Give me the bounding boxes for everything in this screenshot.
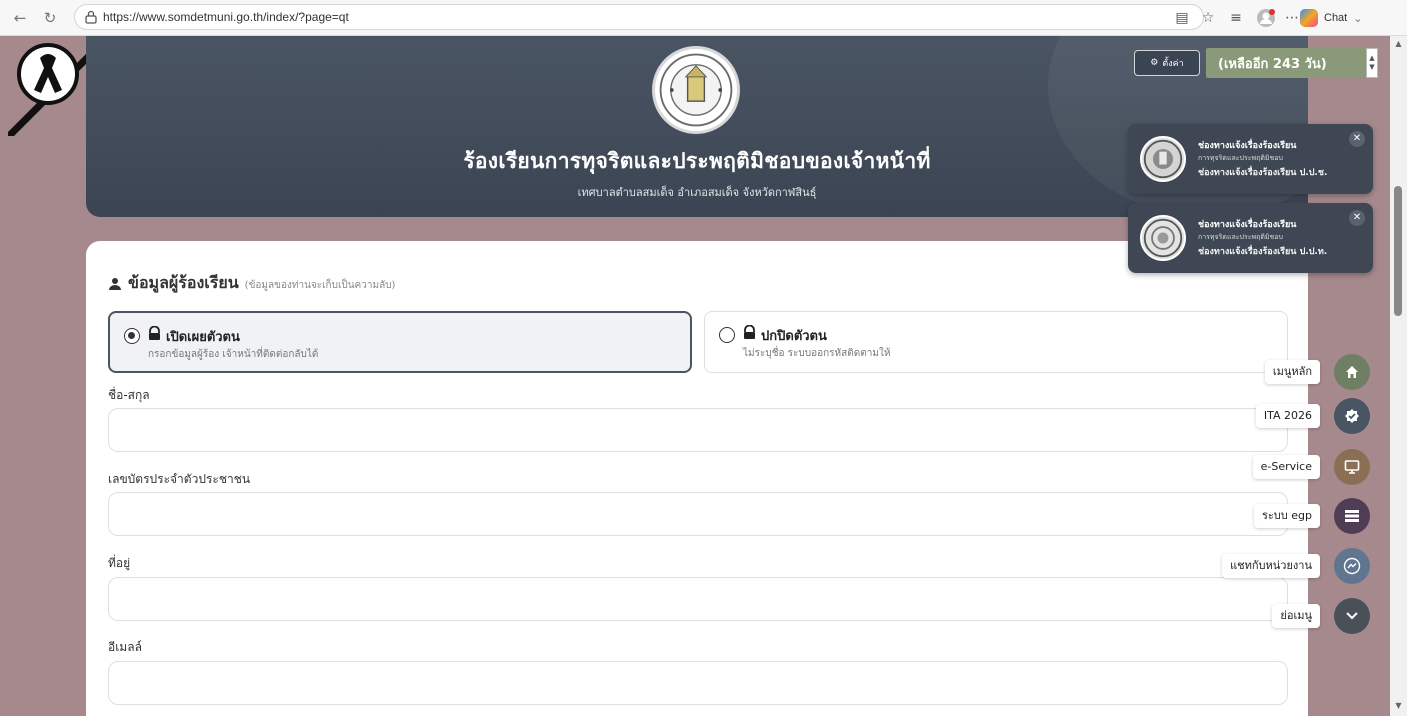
- page-title: ร้องเรียนการทุจริตและประพฤติมิชอบของเจ้า…: [463, 149, 931, 173]
- spinner-control[interactable]: ▲ ▼: [1366, 48, 1378, 78]
- monitor-icon[interactable]: [1334, 449, 1370, 485]
- scroll-down-icon[interactable]: ▼: [1394, 702, 1403, 710]
- user-lock-icon: [149, 326, 160, 340]
- quick-menu-collapse[interactable]: ย่อเมนู: [1200, 598, 1370, 634]
- option-title: เปิดเผยตัวตน: [166, 330, 240, 345]
- nacc-complaint-notice[interactable]: ช่องทางแจ้งเรื่องร้องเรียน การทุจริตและป…: [1128, 124, 1373, 194]
- page-viewport: ร้องเรียนการทุจริตและประพฤติมิชอบของเจ้า…: [0, 36, 1390, 716]
- list-icon[interactable]: [1334, 498, 1370, 534]
- page-subtitle: เทศบาลตำบลสมเด็จ อำเภอสมเด็จ จังหวัดกาฬส…: [577, 186, 817, 199]
- chevron-down-icon: ⌄: [1353, 12, 1363, 25]
- radio-anonymous[interactable]: [719, 327, 735, 343]
- quick-menu-label: แชทกับหน่วยงาน: [1222, 554, 1320, 578]
- url-text: https://www.somdetmuni.go.th/index/?page…: [103, 10, 349, 24]
- notice-subtitle: การทุจริตและประพฤติมิชอบ: [1198, 233, 1283, 241]
- name-label: ชื่อ-สกุล: [108, 388, 150, 402]
- option-desc: กรอกข้อมูลผู้ร้อง เจ้าหน้าที่ติดต่อกลับไ…: [148, 349, 319, 360]
- page-header-banner: ร้องเรียนการทุจริตและประพฤติมิชอบของเจ้า…: [86, 36, 1308, 217]
- address-input[interactable]: [108, 577, 1288, 621]
- chevron-down-icon[interactable]: [1334, 598, 1370, 634]
- option-desc: ไม่ระบุชื่อ ระบบออกรหัสติดตามให้: [743, 348, 891, 359]
- option-title: ปกปิดตัวตน: [761, 329, 827, 344]
- pacc-emblem-icon: [1140, 215, 1186, 261]
- profile-avatar-icon[interactable]: [1256, 8, 1276, 28]
- radio-disclose[interactable]: [124, 328, 140, 344]
- quick-menu-chat[interactable]: แชทกับหน่วยงาน: [1200, 548, 1370, 584]
- scroll-thumb[interactable]: [1394, 186, 1402, 316]
- reader-view-icon[interactable]: ▤: [1172, 8, 1192, 28]
- copilot-icon: [1300, 9, 1318, 27]
- notice-subtitle: การทุจริตและประพฤติมิชอบ: [1198, 154, 1283, 162]
- home-icon[interactable]: [1334, 354, 1370, 390]
- address-bar[interactable]: https://www.somdetmuni.go.th/index/?page…: [74, 4, 1204, 30]
- address-label: ที่อยู่: [108, 556, 131, 570]
- copilot-chat-button[interactable]: Chat ⌄: [1294, 6, 1370, 30]
- settings-label: ตั้งค่า: [1162, 59, 1184, 69]
- section-note: (ข้อมูลของท่านจะเก็บเป็นความลับ): [244, 280, 396, 291]
- complaint-form-card: ข้อมูลผู้ร้องเรียน (ข้อมูลของท่านจะเก็บเ…: [86, 241, 1308, 716]
- option-disclose-identity[interactable]: เปิดเผยตัวตน กรอกข้อมูลผู้ร้อง เจ้าหน้าท…: [108, 311, 692, 373]
- email-input[interactable]: [108, 661, 1288, 705]
- browser-toolbar: ← ↻ https://www.somdetmuni.go.th/index/?…: [0, 0, 1407, 36]
- page-scrollbar[interactable]: ▲ ▼: [1390, 36, 1407, 716]
- section-header: ข้อมูลผู้ร้องเรียน (ข้อมูลของท่านจะเก็บเ…: [108, 271, 395, 296]
- settings-button[interactable]: ⚙ ตั้งค่า: [1134, 50, 1200, 76]
- id-card-label: เลขบัตรประจำตัวประชาชน: [108, 472, 251, 486]
- quick-menu-egp[interactable]: ระบบ egp: [1200, 498, 1370, 534]
- days-remaining: (เหลืออีก 243 วัน): [1206, 48, 1366, 78]
- pacc-complaint-notice[interactable]: ช่องทางแจ้งเรื่องร้องเรียน การทุจริตและป…: [1128, 203, 1373, 273]
- quick-menu-label: เมนูหลัก: [1264, 360, 1320, 384]
- section-title: ข้อมูลผู้ร้องเรียน: [128, 273, 239, 292]
- scroll-up-icon[interactable]: ▲: [1394, 40, 1403, 48]
- badge-check-icon[interactable]: [1334, 398, 1370, 434]
- quick-menu-home[interactable]: เมนูหลัก: [1200, 354, 1370, 390]
- notice-title: ช่องทางแจ้งเรื่องร้องเรียน: [1198, 141, 1297, 151]
- municipal-seal-logo: [652, 46, 740, 134]
- quick-menu-ita[interactable]: ITA 2026: [1200, 398, 1370, 434]
- nacc-emblem-icon: [1140, 136, 1186, 182]
- lock-icon: [85, 10, 97, 24]
- user-icon: [109, 277, 121, 290]
- messenger-icon[interactable]: [1334, 548, 1370, 584]
- name-input[interactable]: [108, 408, 1288, 452]
- quick-menu-label: ระบบ egp: [1253, 504, 1320, 528]
- quick-menu-label: e-Service: [1252, 455, 1320, 479]
- quick-menu-eservice[interactable]: e-Service: [1200, 449, 1370, 485]
- id-card-input[interactable]: [108, 492, 1288, 536]
- back-icon[interactable]: ←: [10, 8, 30, 28]
- close-icon[interactable]: ✕: [1349, 210, 1365, 226]
- close-icon[interactable]: ✕: [1349, 131, 1365, 147]
- email-label: อีเมลล์: [108, 640, 142, 654]
- favorite-star-icon[interactable]: ☆: [1198, 8, 1218, 28]
- favorites-list-icon[interactable]: ≡: [1226, 8, 1246, 28]
- quick-menu-label: ITA 2026: [1255, 404, 1320, 428]
- settings-bar: ⚙ ตั้งค่า (เหลืออีก 243 วัน) ▲ ▼: [1134, 48, 1380, 78]
- notice-channel: ช่องทางแจ้งเรื่องร้องเรียน ป.ป.ท.: [1198, 247, 1328, 257]
- quick-menu-label: ย่อเมนู: [1272, 604, 1320, 628]
- notice-title: ช่องทางแจ้งเรื่องร้องเรียน: [1198, 220, 1297, 230]
- reload-icon[interactable]: ↻: [40, 8, 60, 28]
- chat-label: Chat: [1324, 12, 1348, 24]
- user-lock-icon: [744, 325, 755, 339]
- notice-channel: ช่องทางแจ้งเรื่องร้องเรียน ป.ป.ช.: [1198, 168, 1328, 178]
- gear-icon: ⚙: [1150, 58, 1159, 68]
